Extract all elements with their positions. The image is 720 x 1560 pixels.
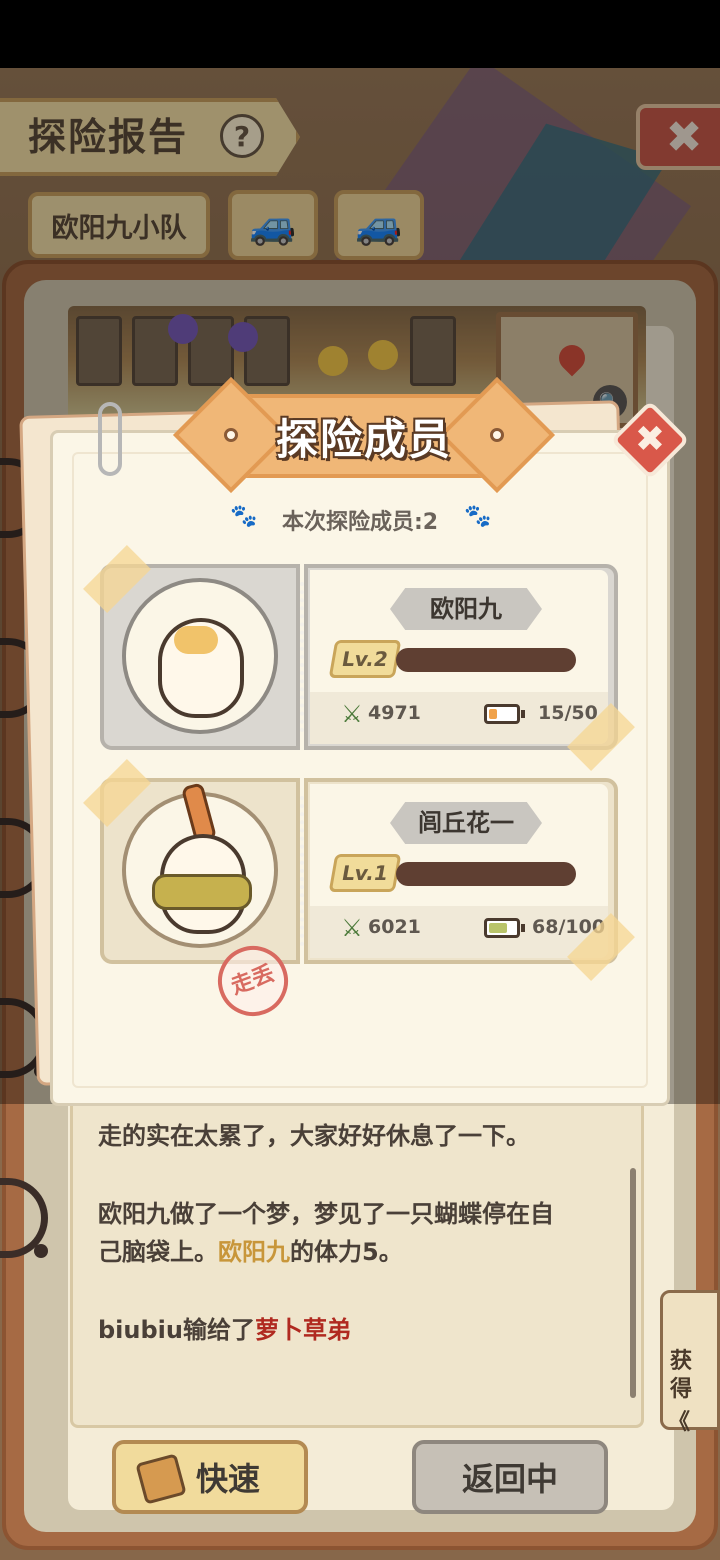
member-1-stamina: 15/50 (538, 702, 598, 724)
cat-scarf (152, 874, 252, 910)
member-1-name: 欧阳九 (390, 588, 542, 630)
status-bar (0, 0, 720, 68)
log-text: biubiu输给了 (98, 1316, 255, 1344)
battery-icon (484, 704, 525, 724)
log-line: 己脑袋上。欧阳九的体力5。 (98, 1232, 403, 1272)
battery-icon (484, 918, 525, 938)
member-2-stamina-fill (489, 923, 507, 933)
paw-icon: 🐾 (464, 504, 492, 529)
crossed-swords-icon: ⚔ (341, 700, 363, 728)
cat-patch (174, 626, 218, 654)
paperclip-icon (98, 402, 122, 476)
member-2-exp-bar (396, 862, 576, 886)
member-1-stamina-fill (489, 709, 497, 719)
binder-hole (34, 1244, 48, 1258)
card-perforation (300, 796, 304, 946)
member-2-name: 闾丘花一 (390, 802, 542, 844)
log-text: 的体力5。 (290, 1238, 403, 1266)
log-line: biubiu输给了萝卜草弟 (98, 1310, 351, 1350)
log-highlight-enemy: 萝卜草弟 (254, 1316, 351, 1344)
member-2-level: Lv.1 (328, 854, 402, 892)
log-line: 欧阳九做了一个梦，梦见了一只蝴蝶停在自 (98, 1200, 554, 1228)
modal-title: 探险成员 (275, 415, 452, 464)
chevron-left-icon: 《 (668, 1410, 691, 1435)
card-perforation (300, 582, 304, 732)
crossed-swords-icon: ⚔ (341, 914, 363, 942)
close-icon[interactable]: ✖ (622, 416, 678, 464)
log-scrollbar[interactable] (630, 1168, 636, 1398)
member-1-power: 4971 (368, 702, 421, 724)
member-count: 本次探险成员:2 (281, 510, 439, 535)
log-line: 走的实在太累了，大家好好休息了一下。 (98, 1122, 530, 1150)
log-text: 己脑袋上。 (98, 1238, 218, 1266)
quick-button-label: 快速 (196, 1460, 261, 1498)
member-1-level: Lv.2 (328, 640, 402, 678)
member-2-power: 6021 (368, 916, 421, 938)
modal-inner-border (72, 452, 648, 1088)
game-screen: 探险报告 ? ✖ 欧阳九小队 🚙 🚙 🔍 走的实在太累了，大家好好休息了一下。 … (0, 68, 720, 1560)
obtain-label: 获得 (670, 1349, 693, 1402)
log-highlight-name: 欧阳九 (218, 1238, 290, 1266)
member-1-exp-bar (396, 648, 576, 672)
return-button[interactable]: 返回中 (412, 1440, 608, 1514)
